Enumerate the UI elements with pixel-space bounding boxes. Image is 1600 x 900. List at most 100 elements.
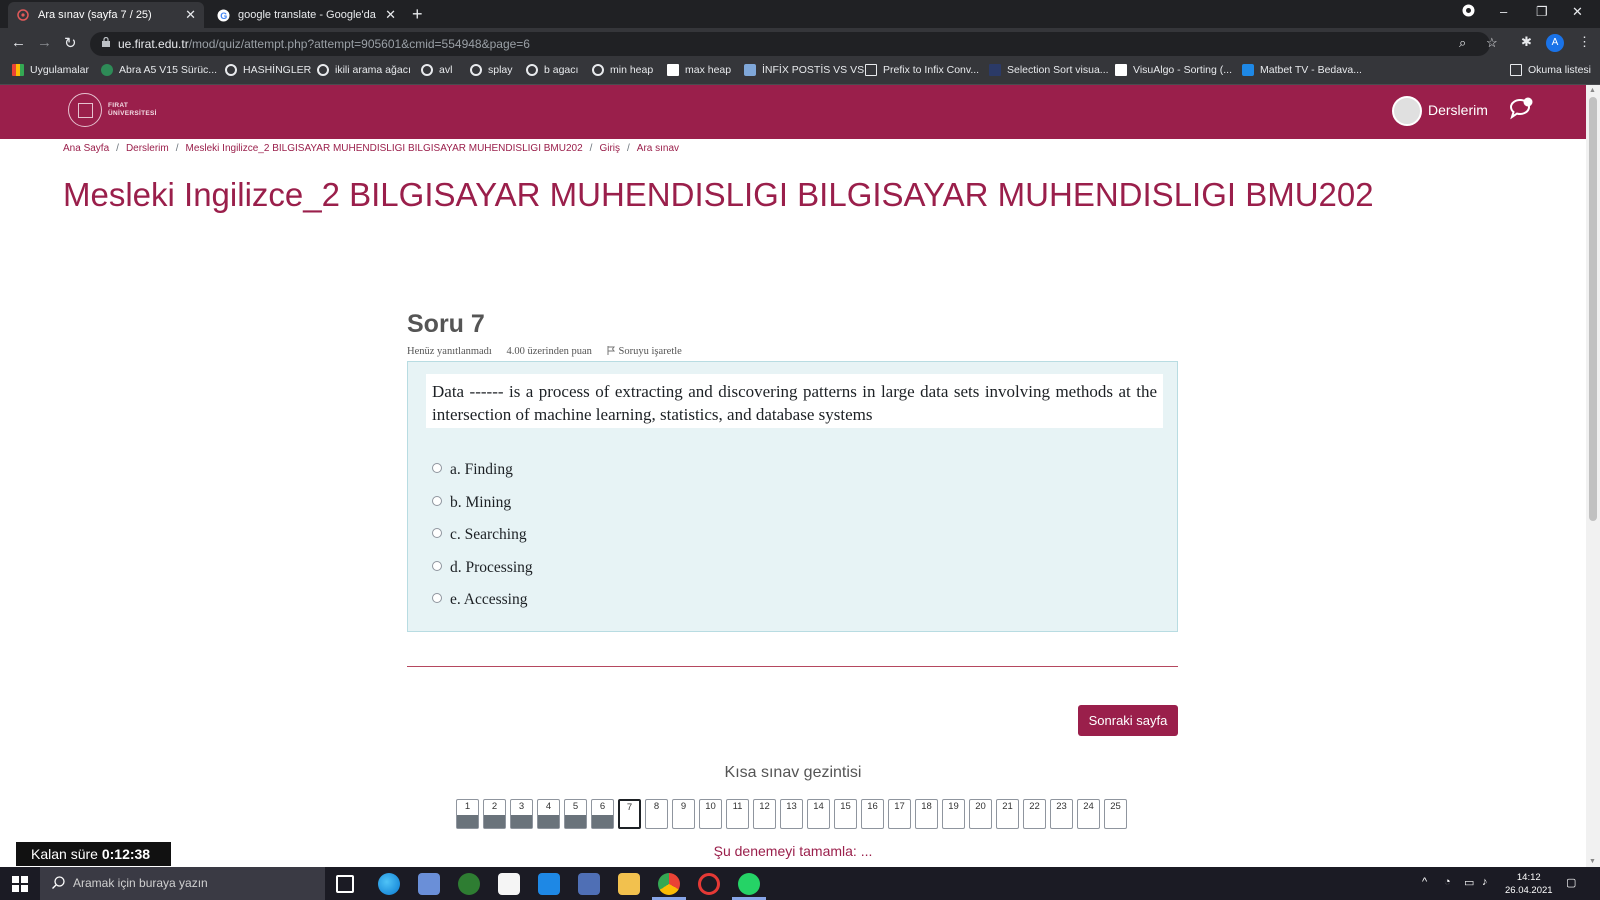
breadcrumb-course[interactable]: Mesleki Ingilizce_2 BILGISAYAR MUHENDISL… <box>186 143 583 154</box>
quiz-nav-button[interactable]: 10 <box>699 799 722 829</box>
bookmark-item[interactable]: avl <box>421 64 452 76</box>
quiz-nav-button[interactable]: 11 <box>726 799 749 829</box>
taskbar-clock[interactable]: 14:12 26.04.2021 <box>1505 871 1553 897</box>
quiz-nav-button[interactable]: 3 <box>510 799 533 829</box>
bookmark-item[interactable]: HASHİNGLER <box>225 64 311 76</box>
chrome-icon[interactable] <box>658 873 680 895</box>
bookmark-item[interactable]: Prefix to Infix Conv... <box>865 64 979 76</box>
windows-start-icon[interactable] <box>12 876 28 892</box>
bookmark-item[interactable]: Matbet TV - Bedava... <box>1242 64 1362 76</box>
notifications-icon[interactable]: ▢ <box>1566 876 1576 889</box>
quiz-nav-button[interactable]: 5 <box>564 799 587 829</box>
quiz-nav-button[interactable]: 20 <box>969 799 992 829</box>
store-icon[interactable] <box>498 873 520 895</box>
new-tab-button[interactable]: + <box>412 4 423 25</box>
scrollbar-thumb[interactable] <box>1589 97 1597 521</box>
browser-tab-quiz[interactable]: Ara sınav (sayfa 7 / 25) ✕ <box>8 2 204 28</box>
extensions-icon[interactable]: ✱ <box>1521 34 1532 50</box>
quiz-nav-button[interactable]: 24 <box>1077 799 1100 829</box>
quiz-nav-button[interactable]: 19 <box>942 799 965 829</box>
quiz-nav-button[interactable]: 22 <box>1023 799 1046 829</box>
scroll-down-icon[interactable]: ▼ <box>1589 858 1596 865</box>
bookmark-item[interactable]: splay <box>470 64 513 76</box>
url-bar[interactable]: ue.firat.edu.tr/mod/quiz/attempt.php?att… <box>90 32 1498 56</box>
profile-avatar[interactable]: A <box>1546 34 1564 52</box>
back-icon[interactable]: ← <box>11 34 26 51</box>
wifi-icon[interactable]: ◔ <box>1444 876 1451 888</box>
opera-icon[interactable] <box>698 873 720 895</box>
bookmark-item[interactable]: Selection Sort visua... <box>989 64 1109 76</box>
breadcrumb-courses[interactable]: Derslerim <box>126 143 169 154</box>
quiz-nav-button[interactable]: 21 <box>996 799 1019 829</box>
forward-icon[interactable]: → <box>37 34 52 51</box>
quiz-nav-button[interactable]: 8 <box>645 799 668 829</box>
bookmark-item[interactable]: VisuAlgo - Sorting (... <box>1115 64 1232 76</box>
edge-icon[interactable] <box>378 873 400 895</box>
close-tab-icon[interactable]: ✕ <box>385 7 396 23</box>
answer-option-c[interactable]: c. Searching <box>432 519 533 552</box>
radio-button[interactable] <box>432 495 442 506</box>
user-avatar[interactable] <box>1392 96 1422 126</box>
quiz-nav-button[interactable]: 9 <box>672 799 695 829</box>
bookmark-item[interactable]: ikili arama ağacı <box>317 64 411 76</box>
breadcrumb-section[interactable]: Giriş <box>599 143 620 154</box>
scroll-up-icon[interactable]: ▲ <box>1589 87 1596 94</box>
quiz-nav-button[interactable]: 25 <box>1104 799 1127 829</box>
pen-app-icon[interactable] <box>578 873 600 895</box>
reading-list[interactable]: Okuma listesi <box>1510 64 1591 76</box>
answer-option-a[interactable]: a. Finding <box>432 454 533 487</box>
quiz-nav-button[interactable]: 1 <box>456 799 479 829</box>
bookmark-item[interactable]: b agacı <box>526 64 578 76</box>
zoom-icon[interactable]: ⌕ <box>1459 35 1466 51</box>
messages-icon[interactable] <box>1508 97 1534 126</box>
quiz-nav-button[interactable]: 4 <box>537 799 560 829</box>
quiz-nav-button[interactable]: 18 <box>915 799 938 829</box>
page-scrollbar[interactable]: ▲ ▼ <box>1586 85 1600 867</box>
breadcrumb-home[interactable]: Ana Sayfa <box>63 143 109 154</box>
flag-question-link[interactable]: Soruyu işaretle <box>607 346 694 357</box>
radio-button[interactable] <box>432 528 442 539</box>
taskbar-search[interactable]: Aramak için buraya yazın <box>40 867 325 900</box>
quiz-nav-button[interactable]: 7 <box>618 799 641 829</box>
battery-icon[interactable]: ▭ <box>1464 876 1474 889</box>
quiz-nav-button[interactable]: 14 <box>807 799 830 829</box>
minimize-icon[interactable]: – <box>1500 4 1507 19</box>
mail-icon[interactable] <box>538 873 560 895</box>
quiz-nav-button[interactable]: 17 <box>888 799 911 829</box>
cube-app-icon[interactable] <box>418 873 440 895</box>
bookmark-item[interactable]: Uygulamalar <box>12 64 89 76</box>
bookmark-item[interactable]: İNFİX POSTİS VS VS <box>744 64 864 76</box>
answer-option-e[interactable]: e. Accessing <box>432 584 533 617</box>
reload-icon[interactable]: ↻ <box>64 34 77 52</box>
radio-button[interactable] <box>432 593 442 604</box>
bookmark-item[interactable]: Abra A5 V15 Sürüc... <box>101 64 217 76</box>
browser-tab-google[interactable]: G google translate - Google'da Ara ✕ <box>208 2 404 28</box>
answer-option-d[interactable]: d. Processing <box>432 552 533 585</box>
quiz-nav-button[interactable]: 2 <box>483 799 506 829</box>
record-icon[interactable] <box>1462 4 1475 20</box>
file-explorer-icon[interactable] <box>618 873 640 895</box>
quiz-nav-button[interactable]: 15 <box>834 799 857 829</box>
close-tab-icon[interactable]: ✕ <box>185 7 196 23</box>
whatsapp-icon[interactable] <box>738 873 760 895</box>
restore-icon[interactable]: ❐ <box>1536 4 1548 20</box>
browser-menu-icon[interactable]: ⋮ <box>1578 34 1591 50</box>
radio-button[interactable] <box>432 463 442 474</box>
finish-attempt-link[interactable]: Şu denemeyi tamamla: ... <box>0 843 1586 859</box>
close-window-icon[interactable]: ✕ <box>1572 4 1583 20</box>
bookmark-star-icon[interactable]: ☆ <box>1486 35 1498 51</box>
next-page-button[interactable]: Sonraki sayfa <box>1078 705 1178 736</box>
bookmark-item[interactable]: max heap <box>667 64 731 76</box>
breadcrumb-quiz[interactable]: Ara sınav <box>637 143 679 154</box>
volume-icon[interactable]: ♪ <box>1482 876 1488 888</box>
quiz-nav-button[interactable]: 12 <box>753 799 776 829</box>
site-logo[interactable]: FIRAT ÜNİVERSİTESİ <box>68 93 157 127</box>
user-menu[interactable]: Derslerim <box>1428 102 1488 118</box>
quiz-nav-button[interactable]: 23 <box>1050 799 1073 829</box>
answer-option-b[interactable]: b. Mining <box>432 487 533 520</box>
task-view-icon[interactable] <box>336 875 354 893</box>
radio-button[interactable] <box>432 560 442 571</box>
quiz-nav-button[interactable]: 16 <box>861 799 884 829</box>
quiz-nav-button[interactable]: 6 <box>591 799 614 829</box>
quiz-nav-button[interactable]: 13 <box>780 799 803 829</box>
